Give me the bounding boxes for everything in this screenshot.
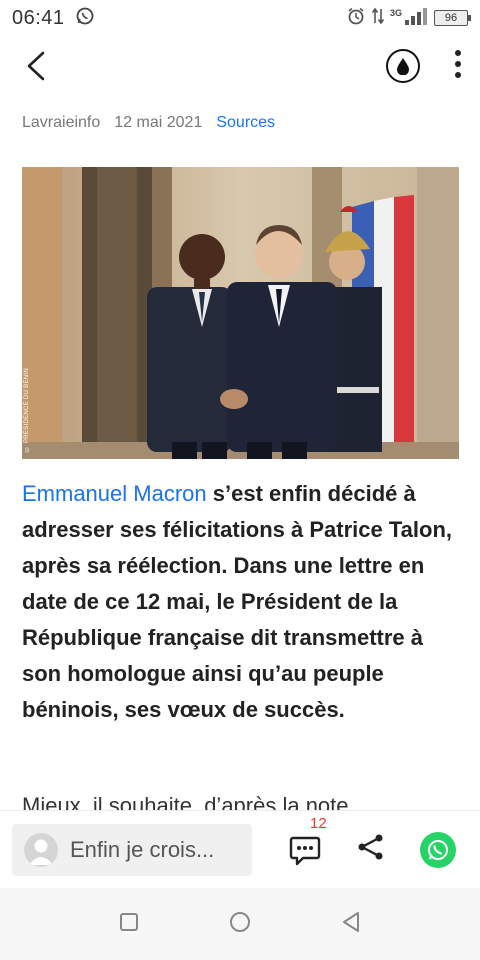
article-lead-text: s’est enfin décidé à adresser ses félici… [22, 481, 453, 722]
article-photo[interactable]: © PRÉSIDENCE DU BÉNIN [22, 167, 459, 459]
square-icon [120, 912, 138, 931]
comment-bubble-icon [289, 836, 321, 865]
avatar [24, 832, 58, 867]
triangle-back-icon [343, 911, 359, 932]
whatsapp-share-button[interactable] [420, 831, 456, 868]
signal-icon [404, 7, 428, 30]
bottom-action-bar: Enfin je crois... 12 [0, 810, 480, 888]
comments-button[interactable]: 12 [288, 815, 327, 867]
article-body: Emmanuel Macron s’est enfin décidé à adr… [22, 476, 462, 728]
more-options-button[interactable] [454, 49, 462, 83]
circle-icon [230, 911, 250, 932]
whatsapp-status-icon [75, 6, 95, 31]
article-next-paragraph: Mieux, il souhaite, d’après la note [22, 793, 349, 812]
more-vertical-icon [455, 49, 461, 78]
ink-drop-icon [397, 58, 409, 75]
status-bar: 06:41 3G 96 [0, 0, 480, 36]
data-arrows-icon [371, 7, 385, 30]
chevron-left-icon [27, 51, 45, 81]
source-name: Lavraieinfo [22, 114, 101, 131]
home-button[interactable] [229, 911, 251, 938]
back-button[interactable] [18, 48, 54, 84]
article-meta: Lavraieinfo 12 mai 2021 Sources [22, 114, 275, 132]
status-time: 06:41 [12, 6, 65, 29]
battery-indicator: 96 [434, 10, 471, 26]
alarm-icon [346, 6, 366, 31]
photo-credit: © PRÉSIDENCE DU BÉNIN [24, 367, 30, 451]
comment-placeholder: Enfin je crois... [70, 836, 215, 862]
user-avatar-icon [29, 839, 53, 865]
network-type-label: 3G [389, 8, 402, 18]
battery-level: 96 [444, 12, 458, 24]
system-back-button[interactable] [341, 911, 361, 938]
comment-input[interactable]: Enfin je crois... [12, 823, 252, 876]
system-nav-bar [0, 888, 480, 960]
article-photo-illustration [22, 167, 459, 459]
recents-button[interactable] [119, 912, 139, 937]
share-icon [358, 834, 383, 860]
app-bar [0, 36, 480, 96]
whatsapp-icon [428, 839, 448, 860]
reading-mode-button[interactable] [386, 49, 420, 83]
publish-date: 12 mai 2021 [114, 114, 203, 131]
person-link[interactable]: Emmanuel Macron [22, 481, 207, 506]
comment-count-badge: 12 [310, 814, 327, 832]
share-button[interactable] [356, 832, 386, 867]
sources-link[interactable]: Sources [216, 114, 275, 132]
